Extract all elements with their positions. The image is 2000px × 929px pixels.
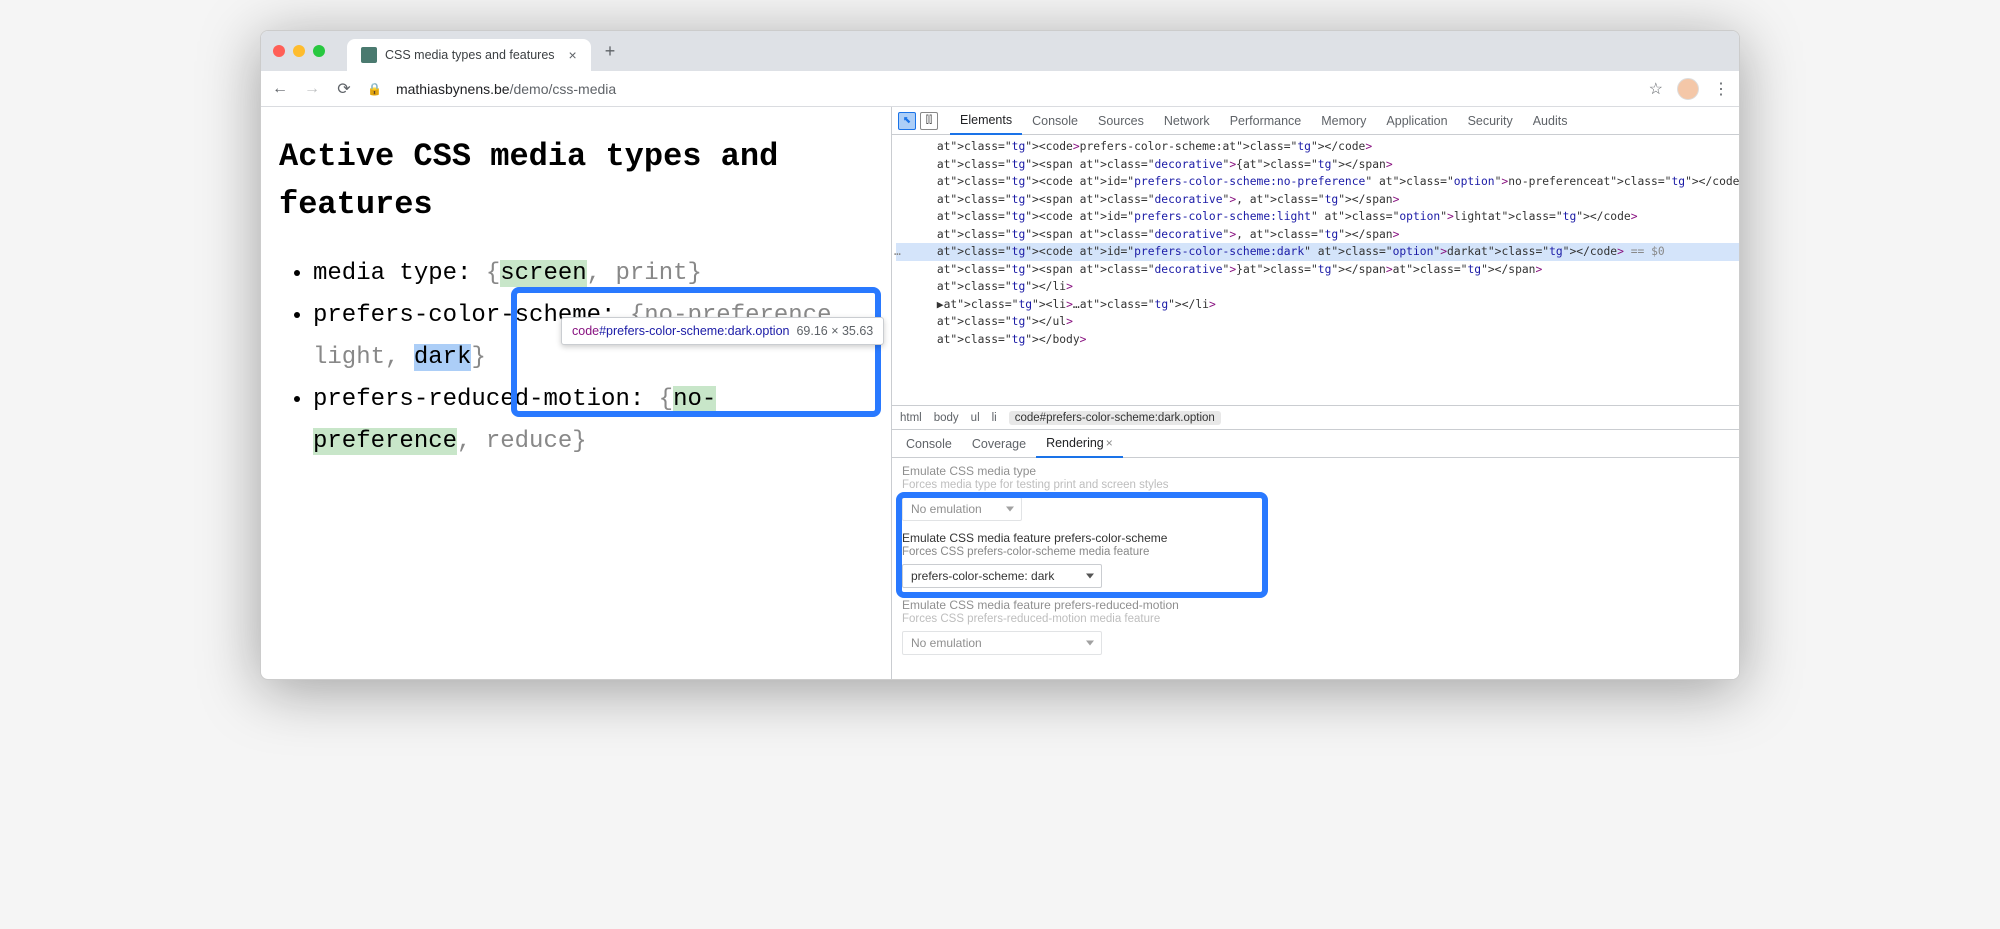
close-window-button[interactable] bbox=[273, 45, 285, 57]
tab-title: CSS media types and features bbox=[385, 48, 555, 62]
crumb-codepreferscolorschemedarkoption[interactable]: code#prefers-color-scheme:dark.option bbox=[1009, 411, 1221, 425]
drawer-tab-console[interactable]: Console bbox=[896, 430, 962, 458]
crumb-html[interactable]: html bbox=[900, 412, 922, 424]
devtools-tab-performance[interactable]: Performance bbox=[1220, 107, 1312, 135]
breadcrumbs[interactable]: html bodyulli code#prefers-color-scheme:da… bbox=[892, 405, 1739, 429]
devtools-tab-console[interactable]: Console bbox=[1022, 107, 1088, 135]
menu-icon[interactable]: ⋮ bbox=[1713, 79, 1729, 99]
address-bar: ← → ⟳ 🔒 mathiasbynens.be/demo/css-media … bbox=[261, 71, 1739, 107]
reload-icon[interactable]: ⟳ bbox=[335, 79, 353, 99]
drawer-tab-coverage[interactable]: Coverage bbox=[962, 430, 1036, 458]
drawer-tab-rendering[interactable]: Rendering × bbox=[1036, 430, 1123, 458]
devtools-drawer: ConsoleCoverageRendering ×× Emulate CSS … bbox=[892, 429, 1739, 679]
dark-option-highlighted[interactable]: dark bbox=[414, 344, 472, 371]
devtools-tab-sources[interactable]: Sources bbox=[1088, 107, 1154, 135]
lock-icon[interactable]: 🔒 bbox=[367, 82, 382, 96]
emulate-reduced-motion-title: Emulate CSS media feature prefers-reduce… bbox=[902, 598, 1739, 612]
minimize-window-button[interactable] bbox=[293, 45, 305, 57]
back-icon[interactable]: ← bbox=[271, 80, 289, 98]
media-type-line: media type: {screen, print} bbox=[313, 253, 873, 295]
crumb-li[interactable]: li bbox=[992, 412, 997, 424]
browser-tab[interactable]: CSS media types and features × bbox=[347, 39, 591, 71]
devtools-tab-security[interactable]: Security bbox=[1458, 107, 1523, 135]
rendered-page: Active CSS media types and features medi… bbox=[261, 107, 891, 679]
forward-icon[interactable]: → bbox=[303, 80, 321, 98]
inspect-tooltip: code#prefers-color-scheme:dark.option 69… bbox=[561, 317, 884, 345]
media-type-select[interactable]: No emulation bbox=[902, 497, 1022, 521]
close-tab-icon[interactable]: × bbox=[569, 47, 577, 63]
crumb-body[interactable]: body bbox=[934, 412, 959, 424]
new-tab-button[interactable]: + bbox=[605, 41, 616, 62]
emulate-color-scheme-title: Emulate CSS media feature prefers-color-… bbox=[902, 531, 1739, 545]
zoom-window-button[interactable] bbox=[313, 45, 325, 57]
bookmark-icon[interactable]: ☆ bbox=[1649, 79, 1663, 99]
devtools-tab-elements[interactable]: Elements bbox=[950, 107, 1022, 135]
page-heading: Active CSS media types and features bbox=[279, 133, 873, 229]
device-toolbar-icon[interactable]: ⫿⫿ bbox=[920, 112, 938, 130]
reduced-motion-select[interactable]: No emulation bbox=[902, 631, 1102, 655]
devtools-tab-audits[interactable]: Audits bbox=[1523, 107, 1578, 135]
elements-panel: at">class="tg"><code>prefers-color-schem… bbox=[892, 135, 1739, 429]
crumb-ul[interactable]: ul bbox=[971, 412, 980, 424]
emulate-media-type-title: Emulate CSS media type bbox=[902, 464, 1739, 478]
traffic-lights bbox=[273, 45, 325, 57]
color-scheme-select[interactable]: prefers-color-scheme: dark bbox=[902, 564, 1102, 588]
favicon bbox=[361, 47, 377, 63]
url-display[interactable]: mathiasbynens.be/demo/css-media bbox=[396, 81, 1635, 97]
prefers-reduced-motion-line: prefers-reduced-motion: {no-preference, … bbox=[313, 379, 873, 463]
profile-avatar[interactable] bbox=[1677, 78, 1699, 100]
tab-strip: CSS media types and features × + bbox=[261, 31, 1739, 71]
devtools-panel: ⬉ ⫿⫿ ElementsConsoleSourcesNetworkPerfor… bbox=[891, 107, 1739, 679]
dom-tree[interactable]: at">class="tg"><code>prefers-color-schem… bbox=[892, 135, 1739, 405]
devtools-tab-network[interactable]: Network bbox=[1154, 107, 1220, 135]
inspect-element-icon[interactable]: ⬉ bbox=[898, 112, 916, 130]
devtools-tab-application[interactable]: Application bbox=[1376, 107, 1457, 135]
browser-window: CSS media types and features × + ← → ⟳ 🔒… bbox=[260, 30, 1740, 680]
devtools-tab-memory[interactable]: Memory bbox=[1311, 107, 1376, 135]
